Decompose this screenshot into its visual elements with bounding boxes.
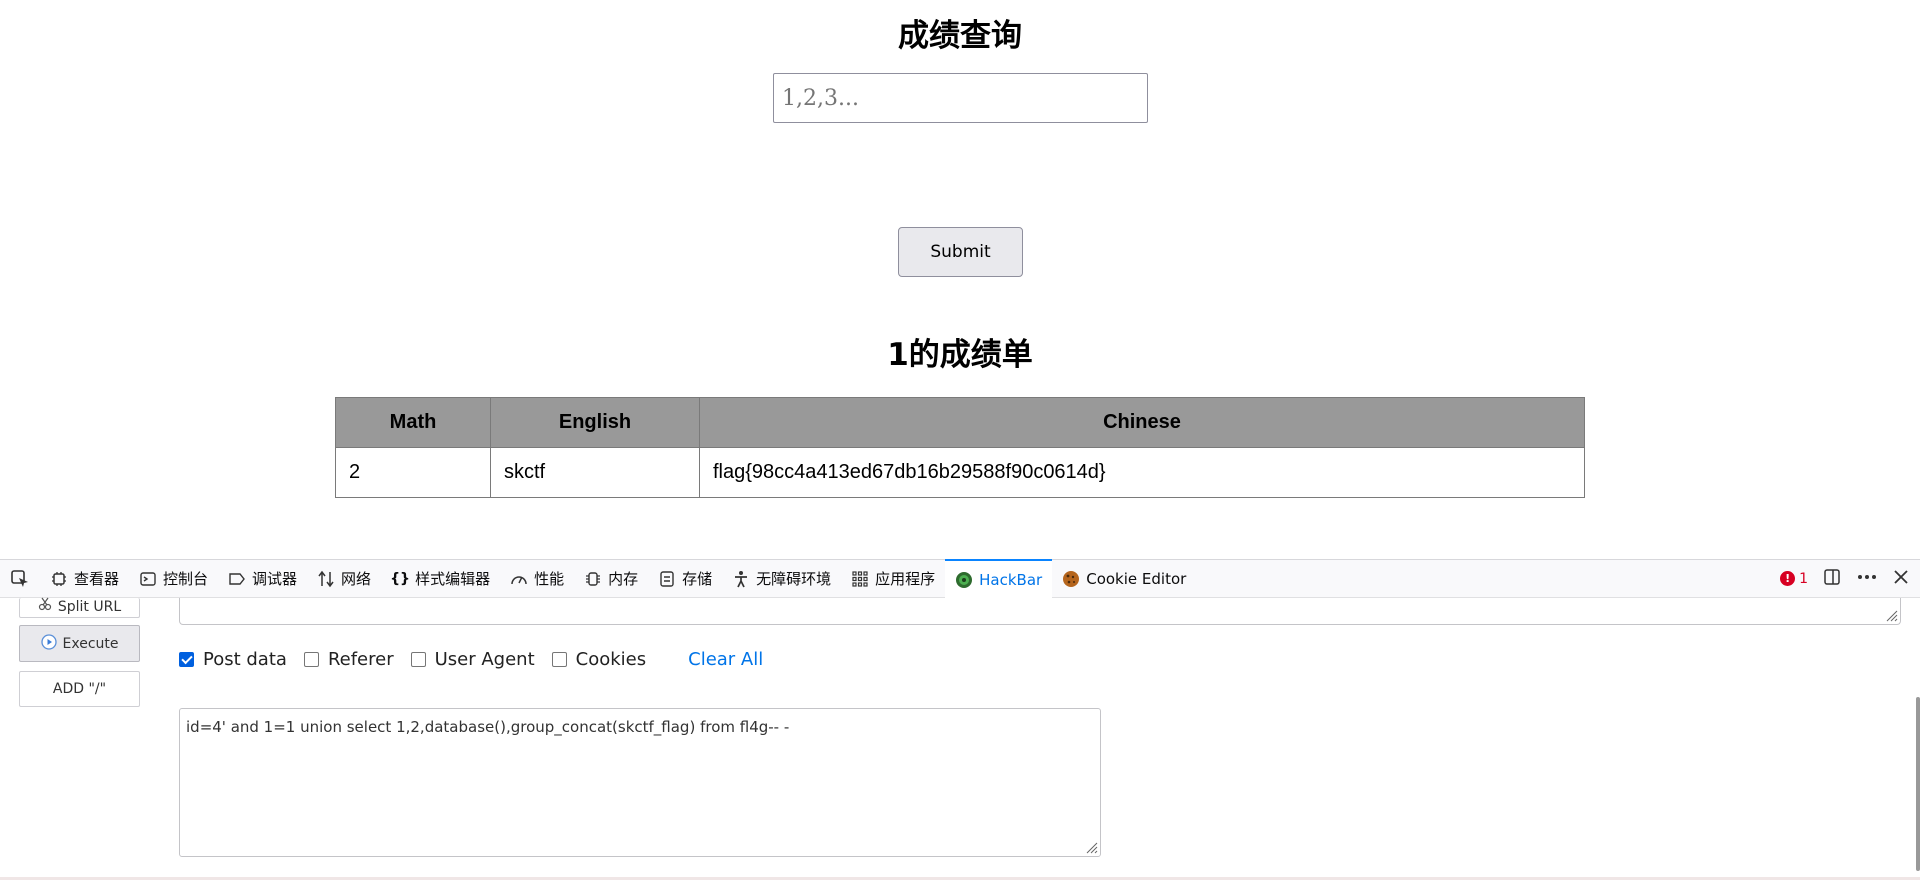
cell-english: skctf bbox=[490, 447, 700, 498]
tab-hackbar[interactable]: HackBar bbox=[945, 559, 1053, 598]
checkbox-cookies[interactable]: Cookies bbox=[551, 649, 647, 670]
options-row: Post data Referer User Agent Cookies Cle… bbox=[179, 649, 763, 670]
tab-network[interactable]: 网络 bbox=[307, 559, 381, 598]
checkbox-user-agent[interactable]: User Agent bbox=[410, 649, 535, 670]
close-icon[interactable] bbox=[1892, 568, 1910, 590]
tab-label: 网络 bbox=[341, 570, 372, 588]
tab-label: 查看器 bbox=[74, 570, 120, 588]
error-count-badge[interactable]: ! 1 bbox=[1780, 571, 1808, 587]
column-header-english: English bbox=[490, 397, 700, 448]
checkbox-post-data[interactable]: Post data bbox=[179, 649, 287, 670]
url-textarea[interactable] bbox=[179, 598, 1901, 625]
table-row: 2 skctf flag{98cc4a413ed67db16b29588f90c… bbox=[335, 447, 1585, 498]
execute-button[interactable]: Execute bbox=[19, 625, 140, 662]
column-header-chinese: Chinese bbox=[699, 397, 1585, 448]
checkbox-label: Referer bbox=[327, 649, 394, 670]
devtools-panel: 查看器 控制台 调试器 网络 {} 样式编辑器 性能 内存 存储 无障碍环境 应… bbox=[0, 559, 1920, 880]
tab-label: 应用程序 bbox=[875, 570, 936, 588]
checkbox-label: Cookies bbox=[575, 649, 647, 670]
column-header-math: Math bbox=[335, 397, 491, 448]
checkbox-box[interactable] bbox=[551, 652, 567, 667]
dock-side-icon[interactable] bbox=[1822, 567, 1842, 591]
application-icon bbox=[851, 570, 869, 588]
network-icon bbox=[317, 570, 335, 588]
memory-icon bbox=[584, 570, 602, 588]
score-table: Math English Chinese 2 skctf flag{98cc4a… bbox=[335, 397, 1585, 498]
hackbar-icon bbox=[955, 571, 973, 589]
tab-label: 存储 bbox=[682, 570, 713, 588]
tab-label: 样式编辑器 bbox=[415, 570, 491, 588]
tab-application[interactable]: 应用程序 bbox=[841, 559, 945, 598]
debugger-icon bbox=[228, 570, 246, 588]
error-count: 1 bbox=[1799, 570, 1808, 587]
clear-all-link[interactable]: Clear All bbox=[688, 649, 763, 670]
scissors-icon bbox=[38, 597, 52, 615]
cell-chinese: flag{98cc4a413ed67db16b29588f90c0614d} bbox=[699, 447, 1585, 498]
resize-grip-icon[interactable] bbox=[1884, 608, 1898, 622]
add-slash-button[interactable]: ADD "/" bbox=[19, 671, 140, 707]
checkbox-box[interactable] bbox=[410, 652, 426, 667]
tab-memory[interactable]: 内存 bbox=[574, 559, 648, 598]
tab-label: HackBar bbox=[979, 570, 1043, 589]
post-data-value: id=4' and 1=1 union select 1,2,database(… bbox=[186, 718, 790, 736]
checkbox-label: Post data bbox=[203, 649, 287, 670]
tab-accessibility[interactable]: 无障碍环境 bbox=[722, 559, 841, 598]
element-picker-icon[interactable] bbox=[0, 559, 40, 598]
checkbox-box[interactable] bbox=[303, 652, 319, 667]
tab-cookie-editor[interactable]: Cookie Editor bbox=[1052, 559, 1196, 598]
toolbar-right-controls: ! 1 bbox=[1780, 567, 1920, 591]
tab-label: Cookie Editor bbox=[1086, 569, 1187, 588]
web-page: 成绩查询 Submit 1的成绩单 Math English Chinese 2… bbox=[0, 0, 1920, 557]
resize-grip-icon[interactable] bbox=[1084, 840, 1098, 854]
play-icon bbox=[40, 633, 57, 654]
table-header-row: Math English Chinese bbox=[335, 397, 1585, 448]
post-data-textarea[interactable]: id=4' and 1=1 union select 1,2,database(… bbox=[179, 708, 1101, 857]
tab-label: 性能 bbox=[534, 570, 565, 588]
style-editor-icon: {} bbox=[390, 570, 411, 587]
performance-icon bbox=[510, 570, 528, 588]
tab-debugger[interactable]: 调试器 bbox=[218, 559, 307, 598]
query-input[interactable] bbox=[773, 73, 1148, 123]
more-options-icon[interactable] bbox=[1856, 567, 1878, 591]
checkbox-box[interactable] bbox=[179, 652, 194, 667]
tab-style-editor[interactable]: {} 样式编辑器 bbox=[381, 559, 500, 598]
tab-label: 控制台 bbox=[163, 570, 209, 588]
tab-storage[interactable]: 存储 bbox=[648, 559, 722, 598]
tab-console[interactable]: 控制台 bbox=[129, 559, 218, 598]
split-url-button[interactable]: Split URL bbox=[19, 597, 140, 618]
checkbox-label: User Agent bbox=[434, 649, 535, 670]
panel-scrollbar[interactable] bbox=[1916, 697, 1920, 871]
error-icon: ! bbox=[1780, 571, 1796, 586]
page-title: 成绩查询 bbox=[898, 18, 1022, 54]
tab-label: 无障碍环境 bbox=[756, 570, 832, 588]
console-icon bbox=[139, 570, 157, 588]
tab-inspector[interactable]: 查看器 bbox=[40, 559, 129, 598]
cell-math: 2 bbox=[335, 447, 491, 498]
tab-label: 调试器 bbox=[252, 570, 298, 588]
submit-button[interactable]: Submit bbox=[898, 227, 1023, 277]
cookie-icon bbox=[1062, 570, 1080, 588]
add-slash-label: ADD "/" bbox=[52, 681, 107, 697]
storage-icon bbox=[658, 570, 676, 588]
result-title: 1的成绩单 bbox=[887, 337, 1033, 373]
checkbox-referer[interactable]: Referer bbox=[303, 649, 394, 670]
inspector-icon bbox=[50, 570, 68, 588]
accessibility-icon bbox=[732, 570, 750, 588]
devtools-toolbar: 查看器 控制台 调试器 网络 {} 样式编辑器 性能 内存 存储 无障碍环境 应… bbox=[0, 559, 1920, 598]
split-url-label: Split URL bbox=[57, 599, 122, 615]
execute-label: Execute bbox=[62, 635, 119, 652]
tab-label: 内存 bbox=[608, 570, 639, 588]
tab-performance[interactable]: 性能 bbox=[500, 559, 574, 598]
